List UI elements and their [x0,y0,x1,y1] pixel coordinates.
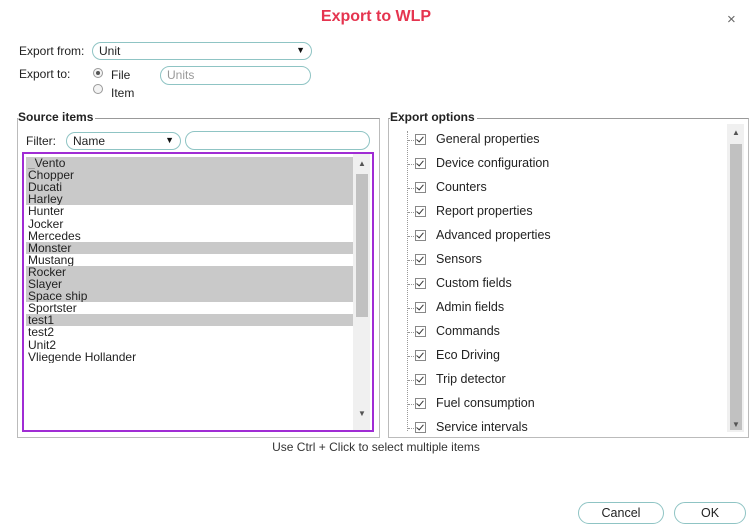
export-from-label: Export from: [19,44,85,58]
checkbox[interactable] [415,350,426,361]
ok-button[interactable]: OK [674,502,746,524]
checkbox[interactable] [415,278,426,289]
filter-label: Filter: [26,134,56,148]
checkbox[interactable] [415,254,426,265]
close-icon[interactable]: × [727,11,736,28]
multi-select-hint: Use Ctrl + Click to select multiple item… [272,440,480,454]
checkbox[interactable] [415,374,426,385]
export-option-label: Trip detector [436,372,506,386]
list-item[interactable]: Mustang [26,254,355,266]
export-option-label: Eco Driving [436,348,500,362]
radio-item[interactable] [93,84,103,94]
scroll-down-icon[interactable]: ▼ [732,420,740,429]
list-item[interactable]: _Vento [26,157,355,169]
list-item[interactable]: Ducati [26,181,355,194]
source-items-list[interactable]: _Vento Chopper Ducati Harley Hunter Jocker Mer… [22,152,374,432]
list-item[interactable]: Rocker [26,265,355,278]
export-option-label: Service intervals [436,420,528,434]
source-list-scroll-thumb[interactable] [356,174,368,317]
checkbox[interactable] [415,326,426,337]
list-item[interactable]: Monster [26,241,355,254]
export-option-label: Fuel consumption [436,396,535,410]
export-option-label: Sensors [436,252,482,266]
checkbox[interactable] [415,302,426,313]
cancel-button[interactable]: Cancel [578,502,664,524]
options-tree-line [407,131,408,431]
export-from-select[interactable]: Unit ▼ [92,42,312,60]
source-items-legend: Source items [18,110,96,124]
checkbox[interactable] [415,230,426,241]
dialog-title: Export to WLP [320,8,432,25]
list-item[interactable]: Jocker [26,218,355,230]
source-list-scrollbar[interactable]: ▲ ▼ [353,154,370,430]
scroll-up-icon[interactable]: ▲ [358,159,366,168]
filter-select[interactable]: Name ▼ [66,132,181,150]
radio-file-label: File [111,68,131,82]
export-option-label: Device configuration [436,156,550,170]
options-scrollbar[interactable]: ▲ ▼ [727,124,744,432]
list-item[interactable]: Unit2 [26,339,355,351]
export-option-label: Counters [436,180,487,194]
chevron-down-icon: ▼ [165,135,174,145]
list-item[interactable]: Hunter [26,205,355,217]
export-option-label: General properties [436,132,540,146]
checkbox[interactable] [415,182,426,193]
export-name-input[interactable]: Units [160,66,311,85]
checkbox[interactable] [415,158,426,169]
list-item[interactable]: test1 [26,314,355,327]
export-from-value: Unit [99,44,121,58]
export-name-placeholder: Units [167,68,195,82]
radio-file[interactable] [93,68,103,78]
export-to-label: Export to: [19,67,71,81]
chevron-down-icon: ▼ [296,45,305,55]
checkbox[interactable] [415,206,426,217]
list-item[interactable]: Slayer [26,278,355,290]
list-item[interactable]: test2 [26,326,355,338]
scroll-down-icon[interactable]: ▼ [358,409,366,418]
export-option-label: Commands [436,324,500,338]
export-option-label: Report properties [436,204,533,218]
export-option-label: Custom fields [436,276,512,290]
filter-value: Name [73,134,106,148]
list-item[interactable]: Chopper [26,169,355,182]
list-item[interactable]: Mercedes [26,230,355,242]
list-item[interactable]: Vliegende Hollander [26,351,355,363]
export-option-label: Advanced properties [436,228,551,242]
export-option-label: Admin fields [436,300,505,314]
list-item[interactable]: Space ship [26,290,355,303]
export-options-legend: Export options [390,110,477,124]
radio-item-label: Item [111,86,135,100]
filter-input[interactable] [185,131,370,150]
checkbox[interactable] [415,422,426,433]
scroll-up-icon[interactable]: ▲ [732,128,740,137]
list-item[interactable]: Sportster [26,302,355,314]
checkbox[interactable] [415,398,426,409]
checkbox[interactable] [415,134,426,145]
options-scroll-thumb[interactable] [730,144,742,430]
list-item[interactable]: Harley [26,193,355,206]
